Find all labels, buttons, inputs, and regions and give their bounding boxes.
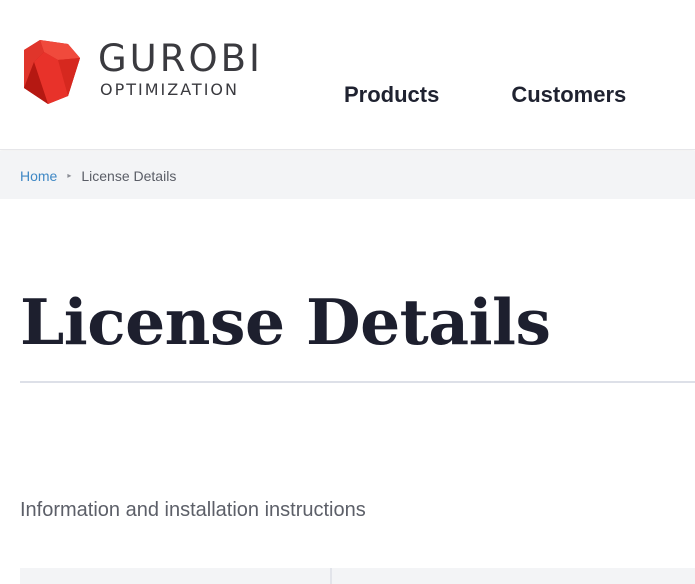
breadcrumb-separator-icon: ▸: [67, 171, 72, 180]
breadcrumb-current: License Details: [81, 168, 177, 184]
page-subtitle: Information and installation instruction…: [20, 499, 366, 521]
logo-wordmark: GUROBI: [98, 37, 263, 80]
main-nav: Products Customers: [344, 82, 626, 108]
breadcrumb-bar: Home ▸ License Details: [0, 151, 695, 199]
nav-item-products[interactable]: Products: [344, 82, 439, 108]
page-title: License Details: [20, 285, 551, 359]
table-column-divider: [330, 568, 332, 584]
site-header: GUROBI OPTIMIZATION Products Customers: [0, 0, 695, 150]
gurobi-cube-icon: [24, 40, 80, 104]
gurobi-logo[interactable]: GUROBI OPTIMIZATION: [18, 36, 278, 106]
license-table-header: [20, 568, 695, 584]
title-divider: [20, 381, 695, 383]
logo-tagline: OPTIMIZATION: [100, 80, 239, 99]
nav-item-customers[interactable]: Customers: [511, 82, 626, 108]
breadcrumb-home-link[interactable]: Home: [20, 168, 57, 184]
breadcrumb: Home ▸ License Details: [20, 168, 176, 184]
